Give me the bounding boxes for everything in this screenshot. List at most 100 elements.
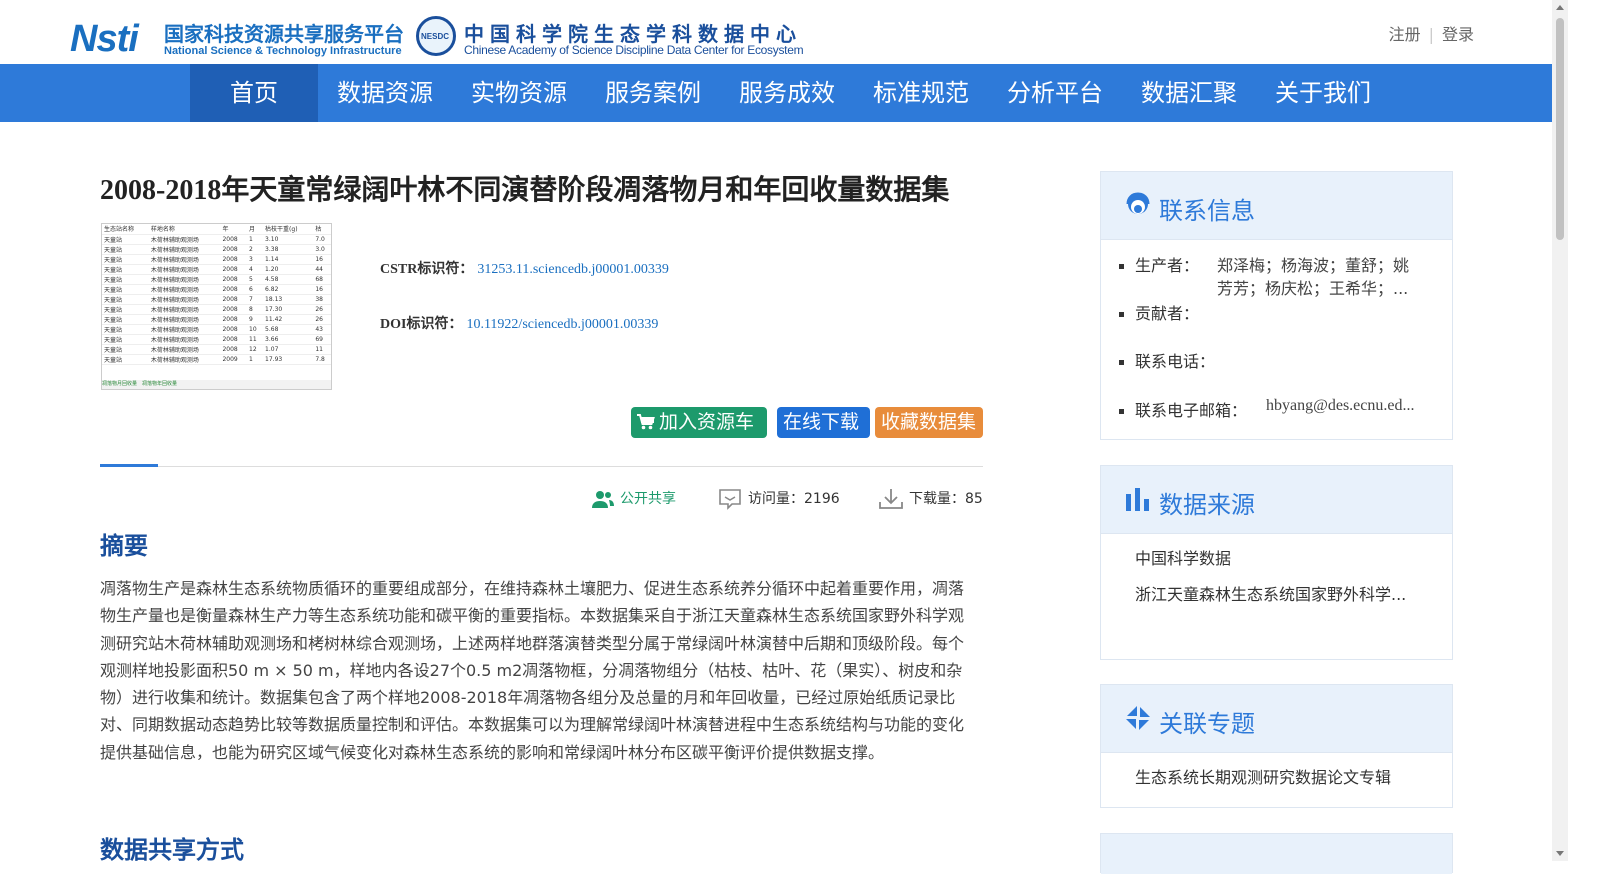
nsti-logo-cn: 国家科技资源共享服务平台 [164, 22, 404, 46]
thumbnail-cell: 天童站 [102, 274, 149, 285]
thumbnail-cell: 2008 [220, 264, 248, 275]
thumbnail-cell: 1 [247, 354, 264, 365]
register-link[interactable]: 注册 [1389, 25, 1421, 44]
thumbnail-cell: 2 [247, 244, 264, 255]
doi-link[interactable]: 10.11922/sciencedb.j00001.00339 [466, 317, 658, 332]
nav-item-data-resources[interactable]: 数据资源 [318, 64, 452, 122]
page-scrollbar[interactable] [1552, 0, 1568, 861]
thumbnail-cell: 3.38 [263, 244, 314, 255]
thumbnail-cell: 木荷林辅助观测场 [148, 304, 221, 315]
nav-item-data-aggregation[interactable]: 数据汇聚 [1122, 64, 1256, 122]
download-icon [879, 489, 903, 509]
thumbnail-cell: 11.42 [263, 314, 314, 325]
open-share-label: 公开共享 [620, 491, 676, 507]
thumbnail-cell: 4 [247, 264, 264, 275]
thumbnail-cell: 月 [247, 224, 264, 235]
thumbnail-row: 天童站 木荷林辅助观测场 2008 9 11.42 26 [102, 314, 331, 325]
data-source-header: 数据来源 [1101, 466, 1452, 534]
thumbnail-cell: 2009 [220, 354, 248, 365]
auth-links: 注册 | 登录 [1389, 21, 1474, 45]
cstr-label: CSTR标识符： [380, 262, 474, 277]
nesdc-logo-en: Chinese Academy of Science Discipline Da… [464, 43, 804, 57]
abstract-text: 凋落物生产是森林生态系统物质循环的重要组成部分，在维持森林土壤肥力、促进生态系统… [100, 579, 965, 762]
thumbnail-cell: 木荷林辅助观测场 [148, 234, 221, 245]
scrollbar-thumb[interactable] [1556, 18, 1564, 240]
thumbnail-row: 天童站 木荷林辅助观测场 2008 8 17.30 26 [102, 304, 331, 315]
thumbnail-cell: 6 [247, 284, 264, 295]
nav-item-about-us[interactable]: 关于我们 [1256, 64, 1390, 122]
thumbnail-cell: 6.82 [263, 284, 314, 295]
thumbnail-cell: 16 [313, 254, 331, 265]
thumbnail-row: 天童站 木荷林辅助观测场 2008 1 3.10 7.0 [102, 234, 331, 245]
next-sidebar-header [1101, 834, 1452, 874]
contributor-label: 贡献者： [1135, 304, 1200, 323]
nav-item-physical-resources[interactable]: 实物资源 [452, 64, 586, 122]
data-source-title: 数据来源 [1159, 491, 1255, 519]
thumbnail-cell: 2008 [220, 274, 248, 285]
nav-item-home[interactable]: 首页 [190, 64, 318, 122]
thumbnail-cell: 2008 [220, 324, 248, 335]
thumbnail-cell: 4.58 [263, 274, 314, 285]
thumbnail-cell: 天童站 [102, 244, 149, 255]
thumbnail-cell: 2008 [220, 314, 248, 325]
producer-label: 生产者： [1135, 256, 1200, 275]
scroll-down-icon[interactable] [1556, 851, 1564, 856]
bullet-icon [1119, 312, 1124, 317]
bullet-icon [1119, 360, 1124, 365]
producer-value-line1: 郑泽梅；杨海波；董舒；姚 [1217, 256, 1410, 275]
thumbnail-cell: 26 [313, 314, 331, 325]
thumbnail-cell: 天童站 [102, 264, 149, 275]
data-sharing-heading: 数据共享方式 [100, 836, 244, 864]
nav-item-standards[interactable]: 标准规范 [854, 64, 988, 122]
thumbnail-cell: 12 [247, 344, 264, 355]
related-topic-line1[interactable]: 生态系统长期观测研究数据论文专辑 [1135, 764, 1391, 788]
nsti-logo[interactable]: Nsti 国家科技资源共享服务平台 National Science & Tec… [70, 14, 410, 60]
cstr-link[interactable]: 31253.11.sciencedb.j00001.00339 [477, 262, 669, 277]
thumbnail-cell: 11 [247, 334, 264, 345]
thumbnail-cell: 木荷林辅助观测场 [148, 294, 221, 305]
nav-item-analysis-platform[interactable]: 分析平台 [988, 64, 1122, 122]
thumbnail-row: 天童站 木荷林辅助观测场 2008 10 5.68 43 [102, 324, 331, 335]
thumbnail-cell: 天童站 [102, 324, 149, 335]
thumbnail-cell: 18.13 [263, 294, 314, 305]
thumbnail-cell: 17.30 [263, 304, 314, 315]
contact-info-card: 联系信息 生产者： 郑泽梅；杨海波；董舒；姚 芳芳；杨庆松；王希华；... 贡献… [1100, 171, 1453, 440]
data-source-line2[interactable]: 浙江天童森林生态系统国家野外科学... [1135, 581, 1406, 605]
thumbnail-cell: 2008 [220, 334, 248, 345]
tab-divider [100, 466, 983, 467]
dataset-thumbnail[interactable]: 生态站名称 样地名称年月枯枝干重(g) 枯天童站 木荷林辅助观测场 2008 1 3.10 7… [101, 223, 332, 390]
add-to-cart-button[interactable]: 加入资源车 [631, 407, 767, 438]
thumbnail-row: 天童站 木荷林辅助观测场 2008 12 1.07 11 [102, 344, 331, 355]
nav-item-service-cases[interactable]: 服务案例 [586, 64, 720, 122]
thumbnail-cell: 10 [247, 324, 264, 335]
thumbnail-table: 生态站名称 样地名称年月枯枝干重(g) 枯天童站 木荷林辅助观测场 2008 1 3.10 7… [102, 224, 331, 365]
users-icon [592, 491, 614, 508]
thumbnail-cell: 木荷林辅助观测场 [148, 334, 221, 345]
thumbnail-cell: 1 [247, 234, 264, 245]
nesdc-logo[interactable]: NESDC 中国科学院生态学科数据中心 Chinese Academy of S… [416, 14, 816, 60]
thumbnail-cell: 1.07 [263, 344, 314, 355]
thumbnail-cell: 3.10 [263, 234, 314, 245]
producer-row: 生产者： 郑泽梅；杨海波；董舒；姚 芳芳；杨庆松；王希华；... [1119, 252, 1409, 298]
thumbnail-row: 天童站 木荷林辅助观测场 2008 11 3.66 69 [102, 334, 331, 345]
data-source-line1[interactable]: 中国科学数据 [1135, 545, 1231, 569]
thumbnail-cell: 5 [247, 274, 264, 285]
thumbnail-cell: 1.14 [263, 254, 314, 265]
thumbnail-cell: 2008 [220, 294, 248, 305]
thumbnail-cell: 2008 [220, 284, 248, 295]
favorite-dataset-button[interactable]: 收藏数据集 [875, 407, 983, 438]
bullet-icon [1119, 409, 1124, 414]
email-value[interactable]: hbyang@des.ecnu.ed... [1266, 397, 1414, 415]
nav-item-service-results[interactable]: 服务成效 [720, 64, 854, 122]
login-link[interactable]: 登录 [1442, 25, 1474, 44]
thumbnail-cell: 样地名称 [148, 224, 221, 235]
email-label: 联系电子邮箱： [1135, 401, 1248, 420]
thumbnail-cell: 天童站 [102, 304, 149, 315]
thumbnail-cell: 69 [313, 334, 331, 345]
thumbnail-cell: 天童站 [102, 284, 149, 295]
scroll-up-icon[interactable] [1556, 5, 1564, 10]
online-download-button[interactable]: 在线下载 [777, 407, 870, 438]
email-row: 联系电子邮箱： hbyang@des.ecnu.ed... [1119, 397, 1414, 421]
thumbnail-cell: 11 [313, 344, 331, 355]
thumbnail-row: 天童站 木荷林辅助观测场 2008 3 1.14 16 [102, 254, 331, 265]
